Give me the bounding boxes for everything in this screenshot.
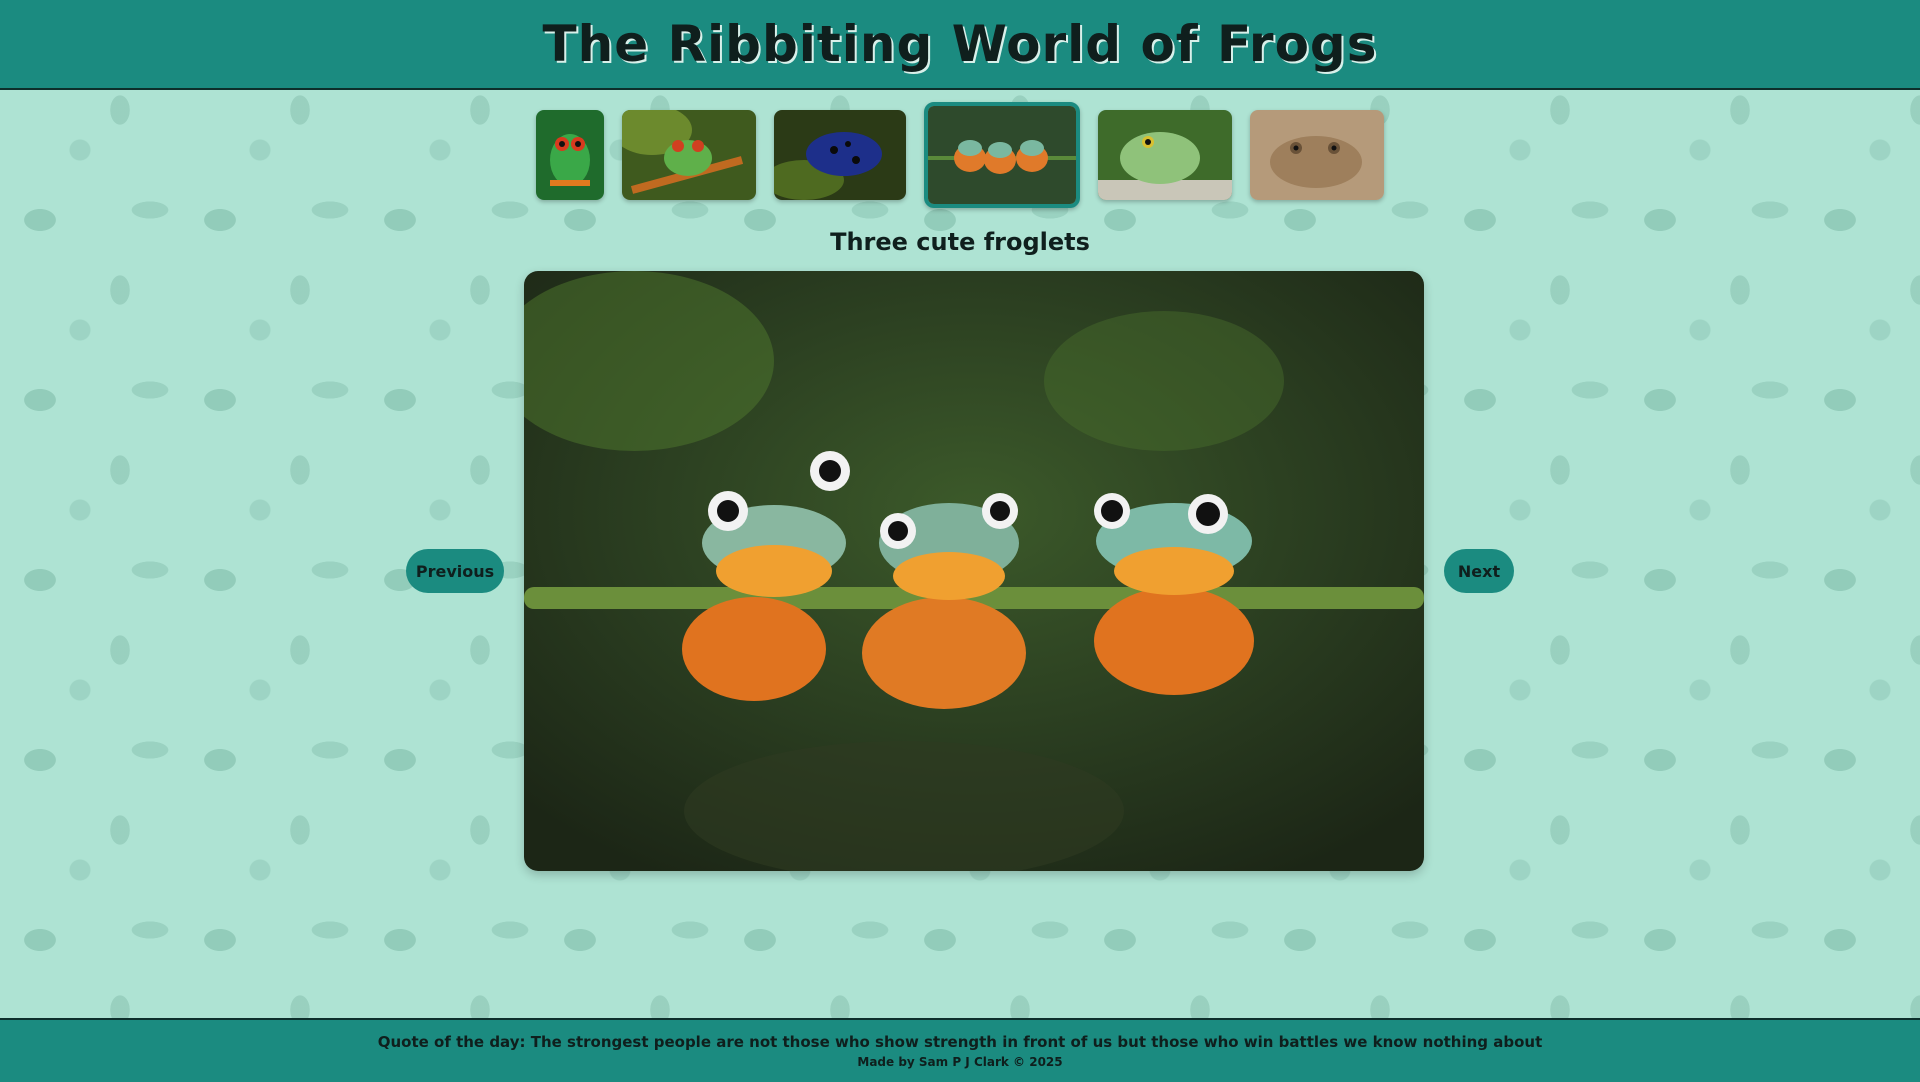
thumbnail-blue-poison-dart-frog[interactable] [774, 110, 906, 200]
thumbnail-green-tree-frog[interactable] [1098, 110, 1232, 200]
image-caption: Three cute froglets [830, 228, 1090, 256]
thumbnail-strip [0, 100, 1920, 210]
next-button[interactable]: Next [1444, 549, 1514, 593]
page-title: The Ribbiting World of Frogs [542, 15, 1378, 73]
thumbnail-three-froglets[interactable] [924, 102, 1080, 208]
thumbnail-red-eyed-tree-frog[interactable] [536, 110, 604, 200]
page-header: The Ribbiting World of Frogs [0, 0, 1920, 90]
page-footer: Quote of the day: The strongest people a… [0, 1018, 1920, 1082]
credit-line: Made by Sam P J Clark © 2025 [857, 1055, 1063, 1069]
main-image [524, 271, 1424, 871]
thumbnail-toad[interactable] [1250, 110, 1384, 200]
previous-button[interactable]: Previous [406, 549, 504, 593]
quote-of-the-day: Quote of the day: The strongest people a… [377, 1033, 1543, 1051]
thumbnail-smiling-frog[interactable] [622, 110, 756, 200]
